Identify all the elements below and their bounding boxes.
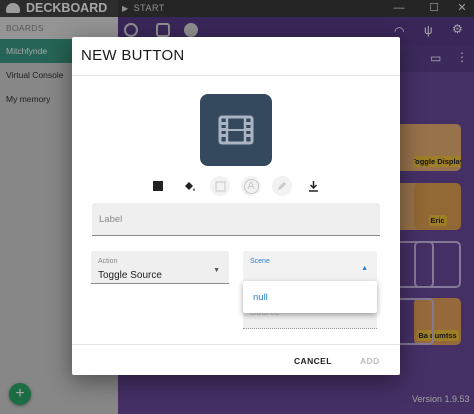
chevron-down-icon: ▼ <box>213 267 220 274</box>
dialog-title: NEW BUTTON <box>81 47 185 64</box>
scene-dropdown-menu: null <box>243 281 377 313</box>
fill-bucket-icon[interactable] <box>179 176 199 196</box>
new-button-dialog: NEW BUTTON A Action Toggle S <box>72 37 400 375</box>
scene-option-null[interactable]: null <box>253 292 268 303</box>
scene-select[interactable]: Scene ▲ <box>243 251 377 284</box>
cancel-button[interactable]: CANCEL <box>294 356 332 366</box>
scene-select-label: Scene <box>250 258 270 265</box>
chevron-up-icon: ▲ <box>361 265 368 272</box>
stop-square-icon[interactable] <box>148 176 168 196</box>
action-select[interactable]: Action Toggle Source ▼ <box>91 251 229 284</box>
divider <box>72 344 400 345</box>
border-icon[interactable] <box>210 176 230 196</box>
button-preview[interactable] <box>200 94 272 166</box>
divider <box>72 75 400 76</box>
action-select-value: Toggle Source <box>98 270 162 281</box>
action-select-label: Action <box>98 258 118 265</box>
text-a-icon[interactable]: A <box>241 176 261 196</box>
download-icon[interactable] <box>303 176 323 196</box>
film-icon <box>218 115 254 145</box>
label-input[interactable] <box>92 203 380 236</box>
add-button[interactable]: ADD <box>360 356 380 366</box>
pencil-icon[interactable] <box>272 176 292 196</box>
